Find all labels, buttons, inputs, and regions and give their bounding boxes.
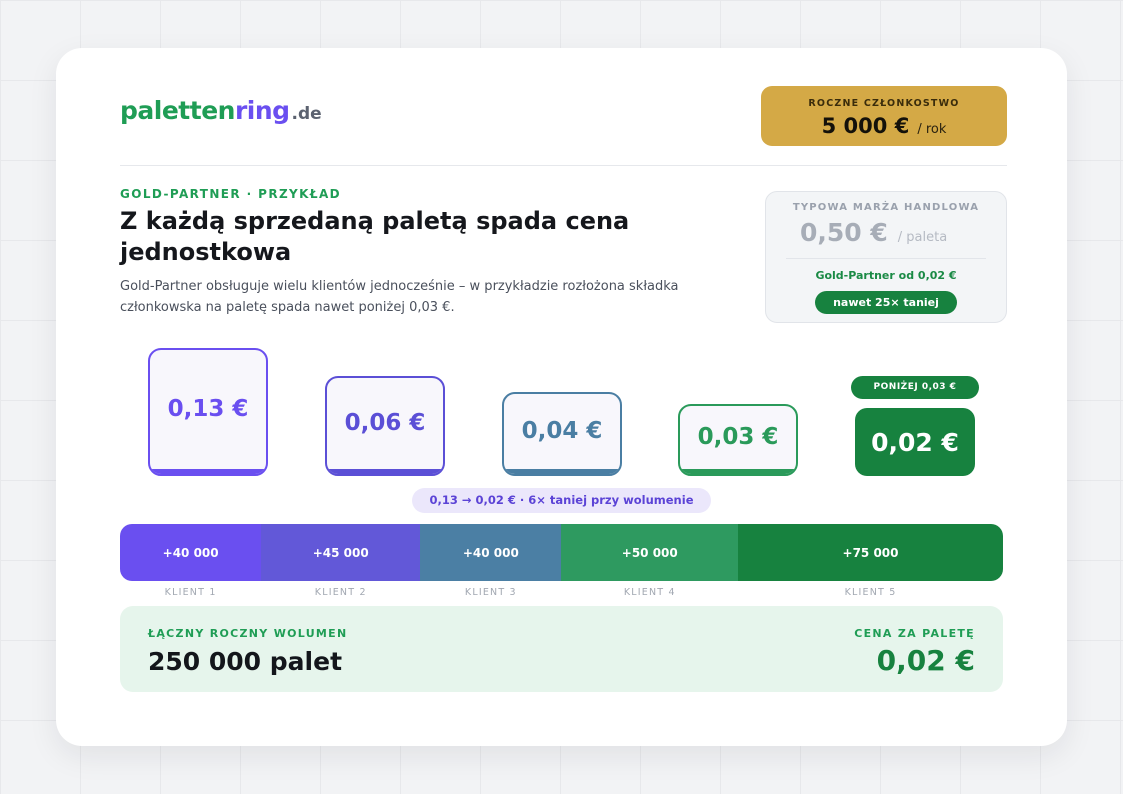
logo-part-domain: .de (291, 104, 322, 124)
gold-partner-price: Gold-Partner od 0,02 € (815, 269, 957, 282)
volume-segment-client-1: +40 000 (120, 524, 262, 581)
pricing-card: palettenring .de ROCZNE CZŁONKOSTWO 5 000… (56, 48, 1067, 746)
price-value: 0,04 € (521, 418, 603, 444)
volume-segment-client-4: +50 000 (561, 524, 739, 581)
price-card-client-4: 0,03 € (678, 404, 798, 476)
volume-segment-client-5: +75 000 (738, 524, 1003, 581)
client-label-3: KLIENT 3 (464, 587, 517, 598)
section-eyebrow: GOLD-PARTNER · PRZYKŁAD (120, 187, 342, 201)
price-card-client-5: 0,02 € (855, 408, 975, 476)
price-value: 0,02 € (871, 427, 959, 457)
membership-badge: ROCZNE CZŁONKOSTWO 5 000 € / rok (761, 86, 1007, 146)
price-value: 0,03 € (697, 424, 779, 450)
price-card-accent (504, 469, 620, 474)
price-value: 0,13 € (167, 396, 249, 422)
membership-value: 5 000 € (821, 114, 910, 138)
price-value: 0,06 € (344, 410, 426, 436)
client-label-2: KLIENT 2 (314, 587, 367, 598)
client-label-1: KLIENT 1 (164, 587, 217, 598)
price-card-client-1: 0,13 € (148, 348, 268, 476)
price-per-pallet-value: 0,02 € (876, 644, 975, 677)
price-card-client-2: 0,06 € (325, 376, 445, 476)
total-summary: ŁĄCZNY ROCZNY WOLUMEN 250 000 palet CENA… (120, 606, 1003, 692)
price-card-client-3: 0,04 € (502, 392, 622, 476)
client-labels: KLIENT 1 KLIENT 2 KLIENT 3 KLIENT 4 KLIENT 5 (120, 587, 1003, 601)
membership-label: ROCZNE CZŁONKOSTWO (808, 98, 960, 109)
below-price-tag: PONIŻEJ 0,03 € (851, 376, 979, 399)
client-label-5: KLIENT 5 (844, 587, 897, 598)
client-label-4: KLIENT 4 (623, 587, 676, 598)
total-volume-value: 250 000 palet (148, 647, 343, 676)
membership-unit: / rok (917, 122, 947, 137)
page-title: Z każdą sprzedaną paletą spada cena jedn… (120, 207, 630, 266)
total-volume-label: ŁĄCZNY ROCZNY WOLUMEN (148, 627, 348, 640)
volume-bar: +40 000 +45 000 +40 000 +50 000 +75 000 (120, 524, 1003, 581)
typical-margin-label: TYPOWA MARŻA HANDLOWA (792, 202, 980, 213)
typical-margin-box: TYPOWA MARŻA HANDLOWA 0,50 € / paleta Go… (765, 191, 1007, 323)
typical-margin-unit: / paleta (897, 230, 948, 245)
margin-divider (786, 258, 986, 259)
logo-part-ring: ring (234, 96, 290, 125)
volume-segment-client-2: +45 000 (261, 524, 421, 581)
volume-segment-client-3: +40 000 (420, 524, 562, 581)
intro-text: Gold-Partner obsługuje wielu klientów je… (120, 279, 679, 315)
price-card-accent (327, 469, 443, 474)
price-card-accent (680, 469, 796, 474)
logo-part-paletten: paletten (120, 96, 235, 125)
price-card-accent (150, 469, 266, 474)
logo[interactable]: palettenring .de (120, 96, 322, 129)
typical-margin-value: 0,50 € (800, 218, 888, 247)
savings-badge: nawet 25× taniej (815, 291, 957, 314)
price-per-pallet-label: CENA ZA PALETĘ (854, 627, 975, 640)
header-divider (120, 165, 1007, 166)
price-comparison-pill: 0,13 → 0,02 € · 6× taniej przy wolumenie (412, 488, 711, 513)
